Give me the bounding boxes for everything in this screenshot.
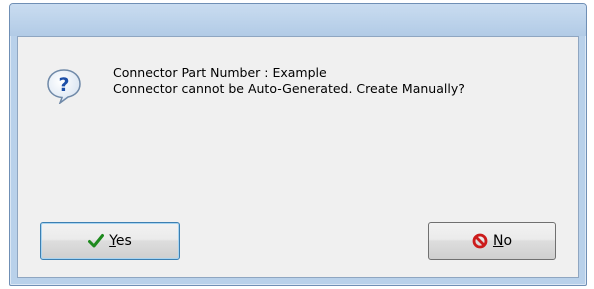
svg-text:?: ?: [58, 74, 69, 96]
message-line-2: Connector cannot be Auto-Generated. Crea…: [113, 81, 465, 96]
yes-button[interactable]: Yes: [40, 222, 180, 260]
no-button[interactable]: No: [428, 222, 556, 260]
dialog-client-area: ? Connector Part Number : Example Connec…: [17, 36, 579, 278]
check-icon: [88, 233, 105, 249]
dialog-message: Connector Part Number : Example Connecto…: [113, 65, 465, 97]
title-bar[interactable]: [10, 4, 586, 36]
dialog-window: ? Connector Part Number : Example Connec…: [9, 3, 587, 286]
message-line-1: Connector Part Number : Example: [113, 65, 327, 80]
no-entry-icon: [472, 233, 488, 249]
question-icon: ?: [46, 68, 82, 106]
yes-button-label: Yes: [109, 233, 132, 249]
no-button-label: No: [492, 233, 513, 249]
